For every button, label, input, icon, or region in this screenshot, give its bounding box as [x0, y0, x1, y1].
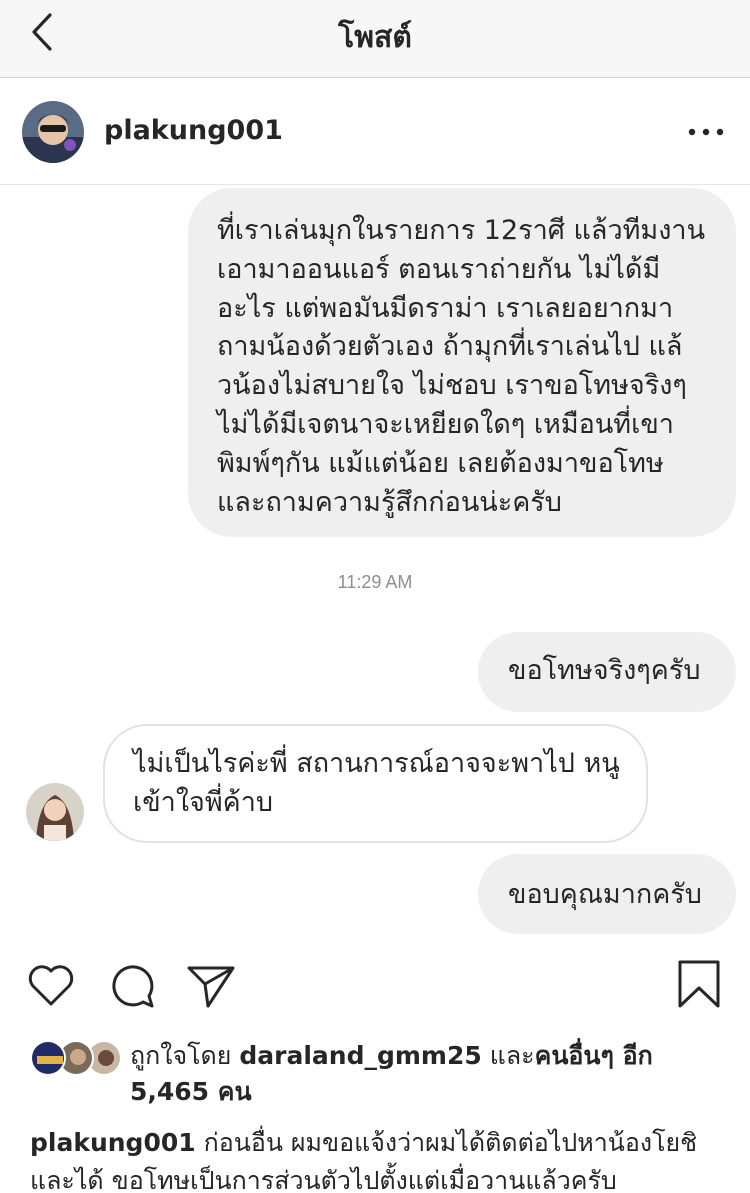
- heart-icon[interactable]: [24, 958, 78, 1012]
- message-bubble-incoming: ไม่เป็นไรค่ะพี่ สถานการณ์อาจจะพาไป หนู เ…: [103, 724, 648, 843]
- liker-username[interactable]: daraland_gmm25: [239, 1041, 481, 1070]
- comment-icon[interactable]: [105, 958, 159, 1012]
- post-username[interactable]: plakung001: [104, 115, 283, 146]
- message-text: ไม่เป็นไรค่ะพี่ สถานการณ์อาจจะพาไป หนู เ…: [133, 748, 620, 818]
- avatar[interactable]: [22, 101, 84, 163]
- post-actions: [0, 950, 750, 1020]
- share-icon[interactable]: [184, 958, 238, 1012]
- chat-screenshot: ที่เราเล่นมุกในรายการ 12ราศี แล้วทีมงาน …: [0, 186, 750, 941]
- message-text: ขอบคุณมากครับ: [508, 879, 702, 910]
- page-title: โพสต์: [338, 20, 412, 55]
- message-text: ขอโทษจริงๆครับ: [508, 655, 701, 686]
- message-text: ที่เราเล่นมุกในรายการ 12ราศี แล้วทีมงาน …: [217, 215, 706, 518]
- liker-avatar: [30, 1040, 66, 1076]
- post-caption: plakung001 ก่อนอื่น ผมขอแจ้งว่าผมได้ติดต…: [30, 1124, 730, 1193]
- message-timestamp: 11:29 AM: [337, 572, 413, 592]
- bookmark-icon[interactable]: [672, 958, 726, 1012]
- message-bubble-outgoing: ขอบคุณมากครับ: [478, 854, 736, 934]
- top-bar: โพสต์: [0, 0, 750, 78]
- avatar: [26, 783, 84, 841]
- likes-text: ถูกใจโดย daraland_gmm25 และคนอื่นๆ อีก 5…: [130, 1038, 730, 1110]
- post-header: plakung001: [0, 79, 750, 185]
- likes-middle: และ: [481, 1041, 535, 1070]
- caption-username[interactable]: plakung001: [30, 1128, 196, 1157]
- likes-prefix: ถูกใจโดย: [130, 1041, 240, 1070]
- likes-summary[interactable]: ถูกใจโดย daraland_gmm25 และคนอื่นๆ อีก 5…: [30, 1036, 730, 1116]
- message-bubble-outgoing: ขอโทษจริงๆครับ: [478, 632, 736, 712]
- message-bubble-outgoing: ที่เราเล่นมุกในรายการ 12ราศี แล้วทีมงาน …: [188, 188, 736, 537]
- more-options-icon[interactable]: [686, 117, 726, 147]
